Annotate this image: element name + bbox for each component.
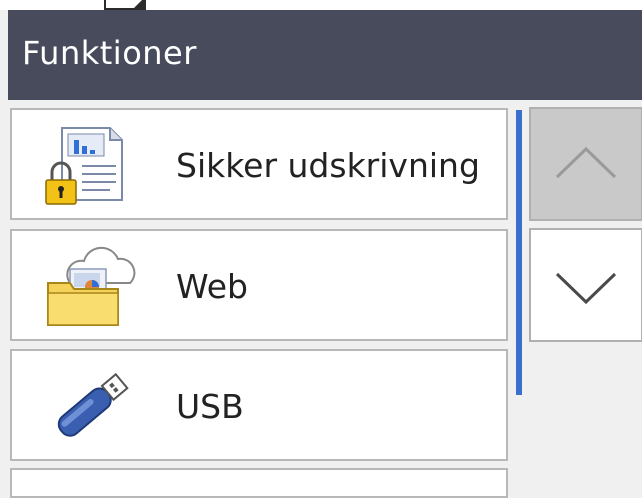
top-strip xyxy=(0,0,642,10)
menu-item-next-partial[interactable] xyxy=(10,468,508,498)
menu-item-usb[interactable]: USB xyxy=(10,349,508,461)
menu-item-web[interactable]: Web xyxy=(10,229,508,341)
chevron-down-icon xyxy=(555,272,617,305)
chevron-up-icon xyxy=(555,146,617,179)
menu-item-label: USB xyxy=(176,387,244,426)
usb-drive-icon xyxy=(57,372,129,437)
web-cloud-folder-icon xyxy=(47,246,136,326)
scroll-down-button[interactable] xyxy=(529,228,642,342)
scroll-up-button[interactable] xyxy=(529,107,642,221)
secure-print-icon xyxy=(45,127,123,205)
title-bar: Funktioner xyxy=(8,10,642,100)
document-icon xyxy=(104,0,146,10)
menu-item-label: Web xyxy=(176,267,248,306)
page-title: Funktioner xyxy=(22,34,197,72)
menu-item-label: Sikker udskrivning xyxy=(176,146,480,185)
menu-item-secure-print[interactable]: Sikker udskrivning xyxy=(10,108,508,220)
scroll-indicator xyxy=(516,110,522,395)
